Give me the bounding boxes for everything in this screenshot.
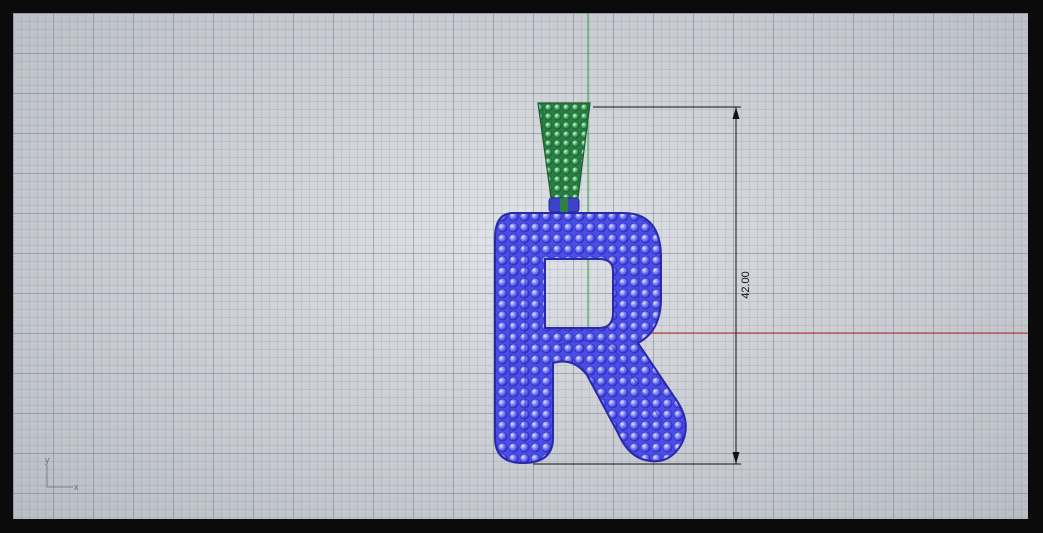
letter-r-model[interactable] (494, 212, 687, 465)
dimension-value: 42.00 (740, 271, 752, 299)
window-frame: 42.00 y x (0, 0, 1043, 533)
pendant-bail[interactable] (537, 102, 591, 213)
gizmo-y-label: y (45, 455, 50, 465)
front-viewport[interactable]: 42.00 y x (13, 13, 1028, 519)
gizmo-x-label: x (74, 482, 79, 492)
viewport-canvas[interactable]: 42.00 (13, 13, 1028, 519)
axis-gizmo: y x (43, 455, 93, 495)
